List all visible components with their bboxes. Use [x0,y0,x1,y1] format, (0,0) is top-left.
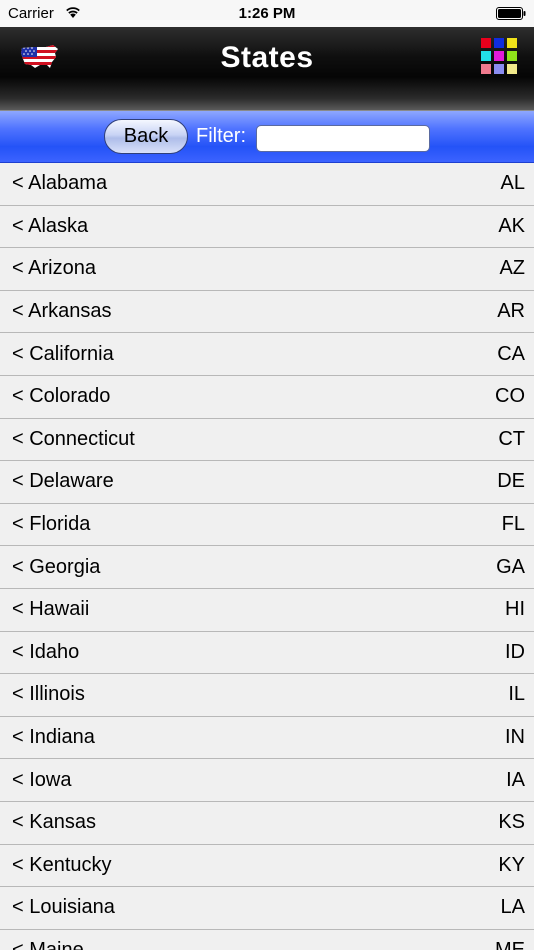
state-name: < Connecticut [12,427,135,450]
state-row[interactable]: < Iowa IA [0,759,534,802]
state-list: < Alabama AL < Alaska AK < Arizona AZ < Arkans… [0,163,534,950]
state-abbreviation: FL [501,513,525,536]
state-name: < Alabama [12,172,108,195]
grid-cell [507,51,517,61]
grid-cell [494,51,504,61]
state-abbreviation: LA [500,896,525,919]
state-abbreviation: HI [505,598,525,621]
filter-input[interactable] [256,125,430,152]
status-bar: Carrier 1:26 PM [0,0,534,27]
status-time: 1:26 PM [238,5,296,22]
grid-cell [494,38,504,48]
state-row[interactable]: < Delaware DE [0,461,534,504]
state-row[interactable]: < Indiana IN [0,716,534,760]
state-name: < Florida [12,513,91,536]
state-name: < Alaska [12,214,89,237]
state-abbreviation: IA [506,768,525,791]
navigation-bar: States [0,27,534,111]
state-name: < Kansas [12,811,96,834]
state-abbreviation: AK [498,214,525,237]
state-name: < California [12,342,114,365]
state-abbreviation: CO [495,385,525,408]
state-name: < Colorado [12,385,111,408]
state-abbreviation: AZ [499,257,525,280]
color-grid-icon[interactable] [481,38,519,76]
state-name: < Arkansas [12,300,112,323]
page-title: States [220,41,314,74]
state-abbreviation: ID [505,640,525,663]
state-abbreviation: CA [497,342,525,365]
grid-cell [494,64,504,74]
grid-cell [507,64,517,74]
grid-cell [481,64,491,74]
state-name: < Georgia [12,555,101,578]
state-name: < Louisiana [12,896,115,919]
state-row[interactable]: < Colorado CO [0,375,534,419]
state-row[interactable]: < Alabama AL [0,163,534,206]
state-row[interactable]: < Idaho ID [0,631,534,675]
state-name: < Indiana [12,726,95,749]
state-row[interactable]: < Arkansas AR [0,290,534,334]
state-abbreviation: DE [497,470,525,493]
state-row[interactable]: < Louisiana LA [0,887,534,930]
state-row[interactable]: < Kentucky KY [0,844,534,888]
state-abbreviation: KY [498,853,525,876]
state-row[interactable]: < Illinois IL [0,674,534,717]
state-abbreviation: AL [500,172,525,195]
state-abbreviation: AR [497,300,525,323]
state-abbreviation: GA [496,555,525,578]
state-name: < Illinois [12,683,85,706]
state-row[interactable]: < Maine ME [0,929,534,950]
state-name: < Arizona [12,257,96,280]
filter-label: Filter: [196,125,246,147]
grid-cell [507,38,517,48]
state-name: < Hawaii [12,598,90,621]
state-row[interactable]: < Georgia GA [0,546,534,589]
state-row[interactable]: < Alaska AK [0,205,534,249]
state-name: < Delaware [12,470,114,493]
battery-icon [496,7,526,20]
filter-bar: Back Filter: [0,111,534,163]
state-name: < Maine [12,938,84,950]
grid-cell [481,38,491,48]
state-row[interactable]: < Florida FL [0,503,534,547]
state-row[interactable]: < California CA [0,333,534,376]
state-row[interactable]: < Arizona AZ [0,248,534,291]
state-row[interactable]: < Hawaii HI [0,588,534,632]
state-abbreviation: IL [508,683,525,706]
state-name: < Iowa [12,768,72,791]
state-abbreviation: ME [495,938,525,950]
state-abbreviation: IN [505,726,525,749]
state-name: < Kentucky [12,853,112,876]
state-row[interactable]: < Connecticut CT [0,418,534,462]
state-abbreviation: CT [498,427,525,450]
state-abbreviation: KS [498,811,525,834]
grid-cell [481,51,491,61]
state-name: < Idaho [12,640,80,663]
back-button[interactable]: Back [104,119,188,154]
state-row[interactable]: < Kansas KS [0,801,534,845]
